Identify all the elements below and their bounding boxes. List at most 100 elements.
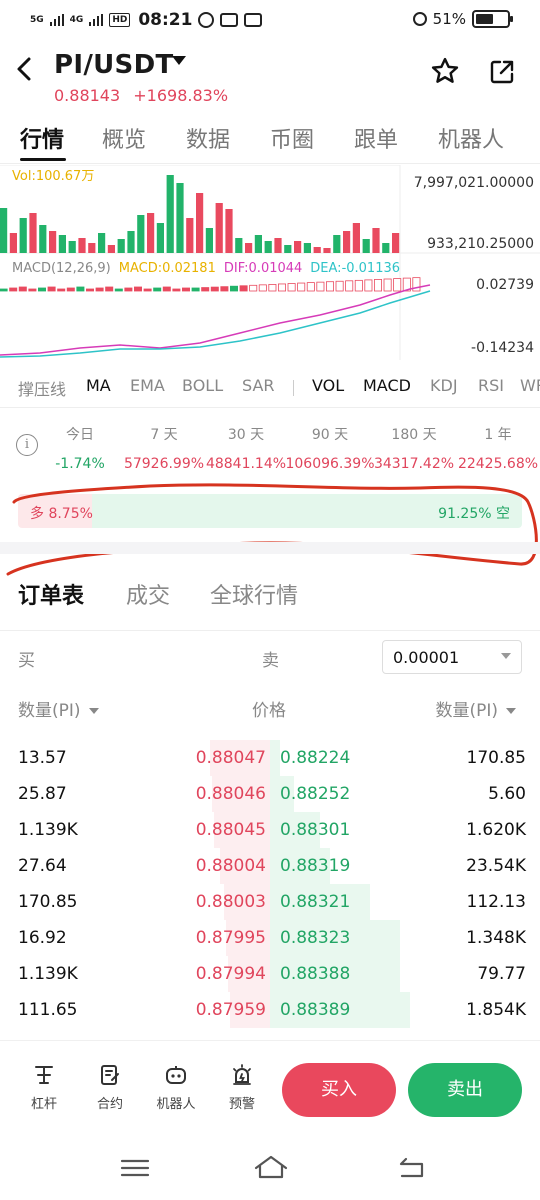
volume-bar xyxy=(29,213,37,253)
pair-dropdown-icon[interactable] xyxy=(172,56,186,65)
orderbook-row[interactable]: 13.57 0.88047 0.88224 170.85 xyxy=(0,740,540,776)
volume-bar xyxy=(362,239,370,253)
bid-quantity: 13.57 xyxy=(18,748,67,768)
volume-bar xyxy=(333,235,341,253)
indicator-support-resistance[interactable]: 撑压线 xyxy=(18,376,66,400)
tab-overview[interactable]: 概览 xyxy=(102,122,146,154)
ask-quantity: 79.77 xyxy=(477,964,526,984)
indicator-sar[interactable]: SAR xyxy=(242,376,275,395)
volume-bar xyxy=(186,218,194,253)
ask-qty-header[interactable]: 数量(PI) xyxy=(435,696,516,721)
ask-quantity: 112.13 xyxy=(466,892,526,912)
signal-icon xyxy=(89,14,104,26)
volume-bar xyxy=(264,241,272,253)
kline-chart[interactable]: Vol:100.67万 7,997,021.00000 933,210.2500… xyxy=(0,165,540,360)
buy-button[interactable]: 买入 xyxy=(282,1063,396,1117)
alarm-clock-icon xyxy=(412,12,427,26)
macd-bar xyxy=(335,280,344,292)
orderbook-row[interactable]: 170.85 0.88003 0.88321 112.13 xyxy=(0,884,540,920)
tab-data[interactable]: 数据 xyxy=(186,122,230,154)
orderbook-row[interactable]: 25.87 0.88046 0.88252 5.60 xyxy=(0,776,540,812)
robot-button[interactable]: 机器人 xyxy=(148,1063,204,1112)
indicator-wr[interactable]: WR xyxy=(520,376,540,395)
ask-price: 0.88323 xyxy=(280,928,351,948)
macd-bar xyxy=(201,287,210,292)
volume-bar xyxy=(205,228,213,253)
indicator-bar: 撑压线 MA EMA BOLL SAR VOL MACD KDJ RSI WR xyxy=(0,368,540,408)
indicator-kdj[interactable]: KDJ xyxy=(430,376,458,395)
orderbook-row[interactable]: 111.65 0.87959 0.88389 1.854K xyxy=(0,992,540,1028)
tab-market[interactable]: 行情 xyxy=(20,122,64,154)
bid-price: 0.88047 xyxy=(195,748,266,768)
macd-bar xyxy=(172,288,181,292)
precision-select[interactable]: 0.00001 xyxy=(382,640,522,674)
volume-bar xyxy=(382,243,390,253)
ask-price: 0.88321 xyxy=(280,892,351,912)
orderbook-column-headers: 数量(PI) 价格 数量(PI) xyxy=(0,694,540,724)
leverage-button[interactable]: 杠杆 xyxy=(16,1063,72,1112)
sell-button[interactable]: 卖出 xyxy=(408,1063,522,1117)
bid-price: 0.88046 xyxy=(195,784,266,804)
orderbook-row[interactable]: 1.139K 0.88045 0.88301 1.620K xyxy=(0,812,540,848)
macd-bar xyxy=(28,288,37,292)
tab-global-market[interactable]: 全球行情 xyxy=(210,578,298,610)
pair-title[interactable]: PI/USDT xyxy=(54,50,173,80)
indicator-ma[interactable]: MA xyxy=(86,376,111,395)
macd-bar xyxy=(38,287,47,292)
performance-period: 1 年 xyxy=(484,427,512,443)
indicator-rsi[interactable]: RSI xyxy=(478,376,504,395)
volume-bar xyxy=(225,209,233,253)
tab-robot[interactable]: 机器人 xyxy=(438,122,504,154)
macd-value: MACD:0.02181 xyxy=(118,261,216,276)
home-icon[interactable] xyxy=(253,1154,289,1180)
indicator-macd[interactable]: MACD xyxy=(363,376,411,395)
macd-bar xyxy=(297,282,306,292)
volume-label: Vol:100.67万 xyxy=(12,169,95,184)
macd-bar xyxy=(220,286,229,292)
macd-bar xyxy=(373,279,382,292)
favorite-star-icon[interactable] xyxy=(430,56,460,92)
contract-button[interactable]: 合约 xyxy=(82,1063,138,1112)
bid-price: 0.87995 xyxy=(195,928,266,948)
ask-depth-bar xyxy=(270,740,280,776)
volume-bar xyxy=(294,241,302,253)
tab-trades[interactable]: 成交 xyxy=(126,578,170,610)
macd-bar xyxy=(258,284,267,292)
volume-bar xyxy=(196,193,204,253)
volume-bar xyxy=(392,233,400,253)
indicator-boll[interactable]: BOLL xyxy=(182,376,223,395)
menu-icon[interactable] xyxy=(120,1158,150,1178)
indicator-vol[interactable]: VOL xyxy=(312,376,344,395)
volume-bar xyxy=(176,183,184,253)
orderbook-row[interactable]: 16.92 0.87995 0.88323 1.348K xyxy=(0,920,540,956)
share-icon[interactable] xyxy=(488,58,516,86)
volume-bar xyxy=(166,175,174,253)
tab-orderbook[interactable]: 订单表 xyxy=(18,578,84,610)
alert-button[interactable]: 预警 xyxy=(214,1063,270,1112)
macd-bar xyxy=(18,286,27,292)
app-notification-icon xyxy=(220,13,239,27)
macd-bar xyxy=(124,287,133,292)
macd-bar xyxy=(66,287,75,292)
tab-copy-trading[interactable]: 跟单 xyxy=(354,122,398,154)
ask-price: 0.88301 xyxy=(280,820,351,840)
clock: 08:21 xyxy=(138,10,193,30)
macd-bar xyxy=(287,283,296,292)
orderbook-row[interactable]: 27.64 0.88004 0.88319 23.54K xyxy=(0,848,540,884)
volume-bar xyxy=(215,203,223,253)
back-arrow-icon[interactable] xyxy=(14,54,34,89)
macd-title: MACD(12,26,9) xyxy=(12,261,111,276)
indicator-ema[interactable]: EMA xyxy=(130,376,165,395)
bottom-action-bar: 杠杆 合约 机器人 预警 买入 卖出 xyxy=(0,1040,540,1136)
tab-community[interactable]: 币圈 xyxy=(270,122,314,154)
chevron-down-icon xyxy=(88,708,99,714)
bid-qty-header[interactable]: 数量(PI) xyxy=(18,696,99,721)
leverage-icon xyxy=(32,1063,56,1087)
volume-bar xyxy=(117,239,125,253)
back-nav-icon[interactable] xyxy=(396,1156,426,1180)
bid-price: 0.88004 xyxy=(195,856,266,876)
volume-bar xyxy=(303,243,311,253)
battery-percent: 51% xyxy=(432,10,466,28)
bid-quantity: 170.85 xyxy=(18,892,78,912)
orderbook-row[interactable]: 1.139K 0.87994 0.88388 79.77 xyxy=(0,956,540,992)
